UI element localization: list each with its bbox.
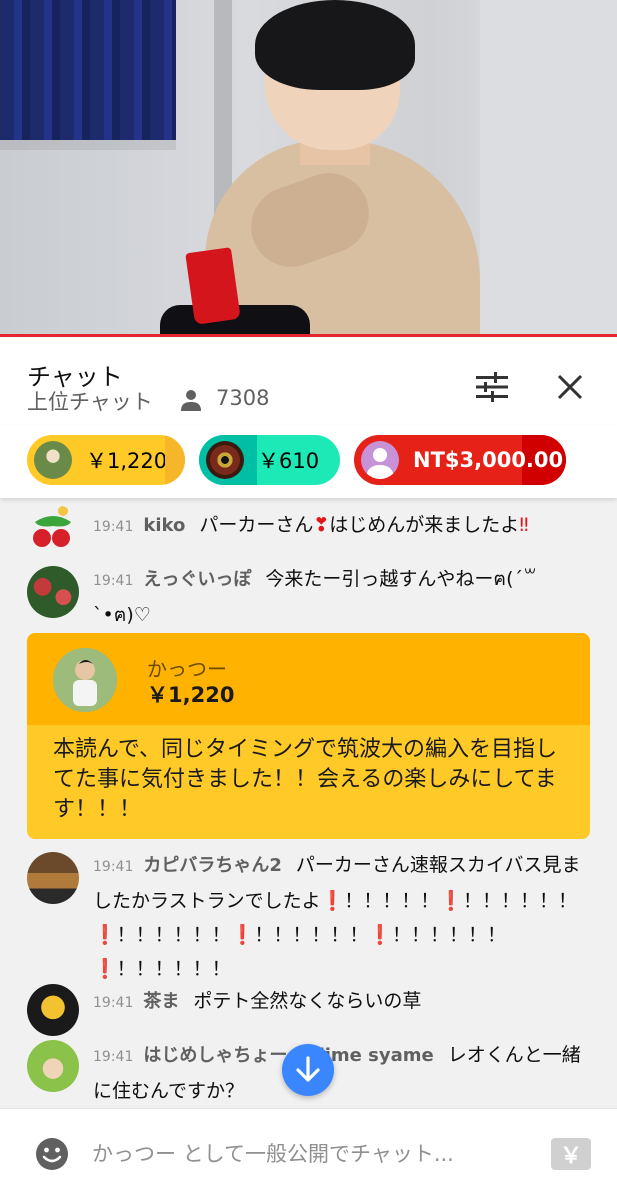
avatar (361, 441, 399, 479)
message-text: ！！！！！！ (116, 958, 231, 980)
message-text: ！！！！！！ (462, 890, 577, 912)
arrow-down-icon (296, 1056, 320, 1082)
exclamation-icon: ❗ (93, 924, 117, 946)
ticker-chip[interactable]: ￥610 (199, 435, 340, 485)
message-text: ！！！！！！ (254, 924, 369, 946)
message-author: kiko (143, 515, 186, 536)
avatar (27, 504, 79, 556)
avatar (27, 852, 79, 904)
message-text: ！！！！！ (344, 890, 440, 912)
sliders-icon (476, 372, 508, 402)
message-time: 19:41 (93, 1049, 134, 1065)
chat-input[interactable] (92, 1137, 532, 1171)
superchat-amount: ￥1,220 (147, 683, 235, 707)
exclamation-icon: ❗ (230, 924, 255, 946)
video-scene-fries (185, 247, 241, 325)
yen-icon: ￥ (559, 1144, 582, 1169)
ticker-amount: NT$3,000.00 (413, 448, 564, 472)
message-author: 茶ま (143, 991, 180, 1012)
superchat-author: かっつー (147, 657, 227, 681)
chat-message-list[interactable]: 19:41 kiko パーカーさん❣はじめんが来ましたよ‼ 19:41 えっぐいっぽ今… (0, 498, 617, 1108)
person-icon (181, 390, 201, 411)
avatar (27, 1040, 79, 1092)
avatar (206, 441, 244, 479)
exclamation-icon: ❗ (368, 924, 393, 946)
avatar (34, 441, 72, 479)
message-author: えっぐいっぽ (143, 569, 252, 590)
exclamation-icon: ❗ (439, 890, 463, 912)
video-scene-curtain (0, 0, 176, 140)
filter-button[interactable] (470, 365, 514, 409)
exclamation-icon: ❗ (320, 890, 345, 912)
ticker-chip[interactable]: NT$3,000.00 (354, 435, 566, 485)
scroll-to-bottom-button[interactable] (282, 1044, 334, 1096)
viewer-count: 7308 (216, 386, 270, 410)
superchat-ticker: ￥1,220 ￥610 NT$3,000.00 (0, 425, 617, 498)
message-text: はじめんが来ましたよ (329, 514, 520, 536)
superchat-card[interactable]: かっつー ￥1,220 本読んで、同じタイミングで筑波大の編入を目指してた事に気… (27, 633, 590, 839)
message-text: パーカーさん (199, 514, 314, 536)
close-icon (557, 374, 583, 400)
ticker-amount: ￥610 (258, 449, 320, 473)
message-text: ！！！！！！ (392, 924, 507, 946)
message-time: 19:41 (93, 573, 134, 589)
avatar (27, 566, 79, 618)
ticker-amount: ￥1,220 (86, 449, 168, 473)
super-chat-button[interactable]: ￥ (551, 1138, 591, 1170)
strawberry-avatar (33, 506, 71, 547)
double-exclamation-icon: ‼ (519, 514, 529, 536)
message-text: ポテト全然なくならいの草 (193, 990, 422, 1012)
message-author: カピバラちゃん2 (143, 855, 282, 876)
video-player[interactable] (0, 0, 617, 337)
message-time: 19:41 (93, 859, 134, 875)
avatar (27, 984, 79, 1036)
message-time: 19:41 (93, 519, 134, 535)
message-text: ！！！！！！ (116, 924, 231, 946)
emoji-icon[interactable] (35, 1137, 69, 1171)
ticker-chip[interactable]: ￥1,220 (27, 435, 185, 485)
heart-exclamation-icon: ❣ (313, 514, 330, 536)
exclamation-icon: ❗ (93, 958, 117, 980)
chat-mode-selector[interactable]: 上位チャット (27, 386, 153, 416)
close-chat-button[interactable] (548, 365, 592, 409)
default-avatar-icon (366, 448, 394, 479)
superchat-message: 本読んで、同じタイミングで筑波大の編入を目指してた事に気付きました！！会えるの楽… (53, 737, 558, 822)
message-time: 19:41 (93, 995, 134, 1011)
avatar (53, 648, 117, 712)
